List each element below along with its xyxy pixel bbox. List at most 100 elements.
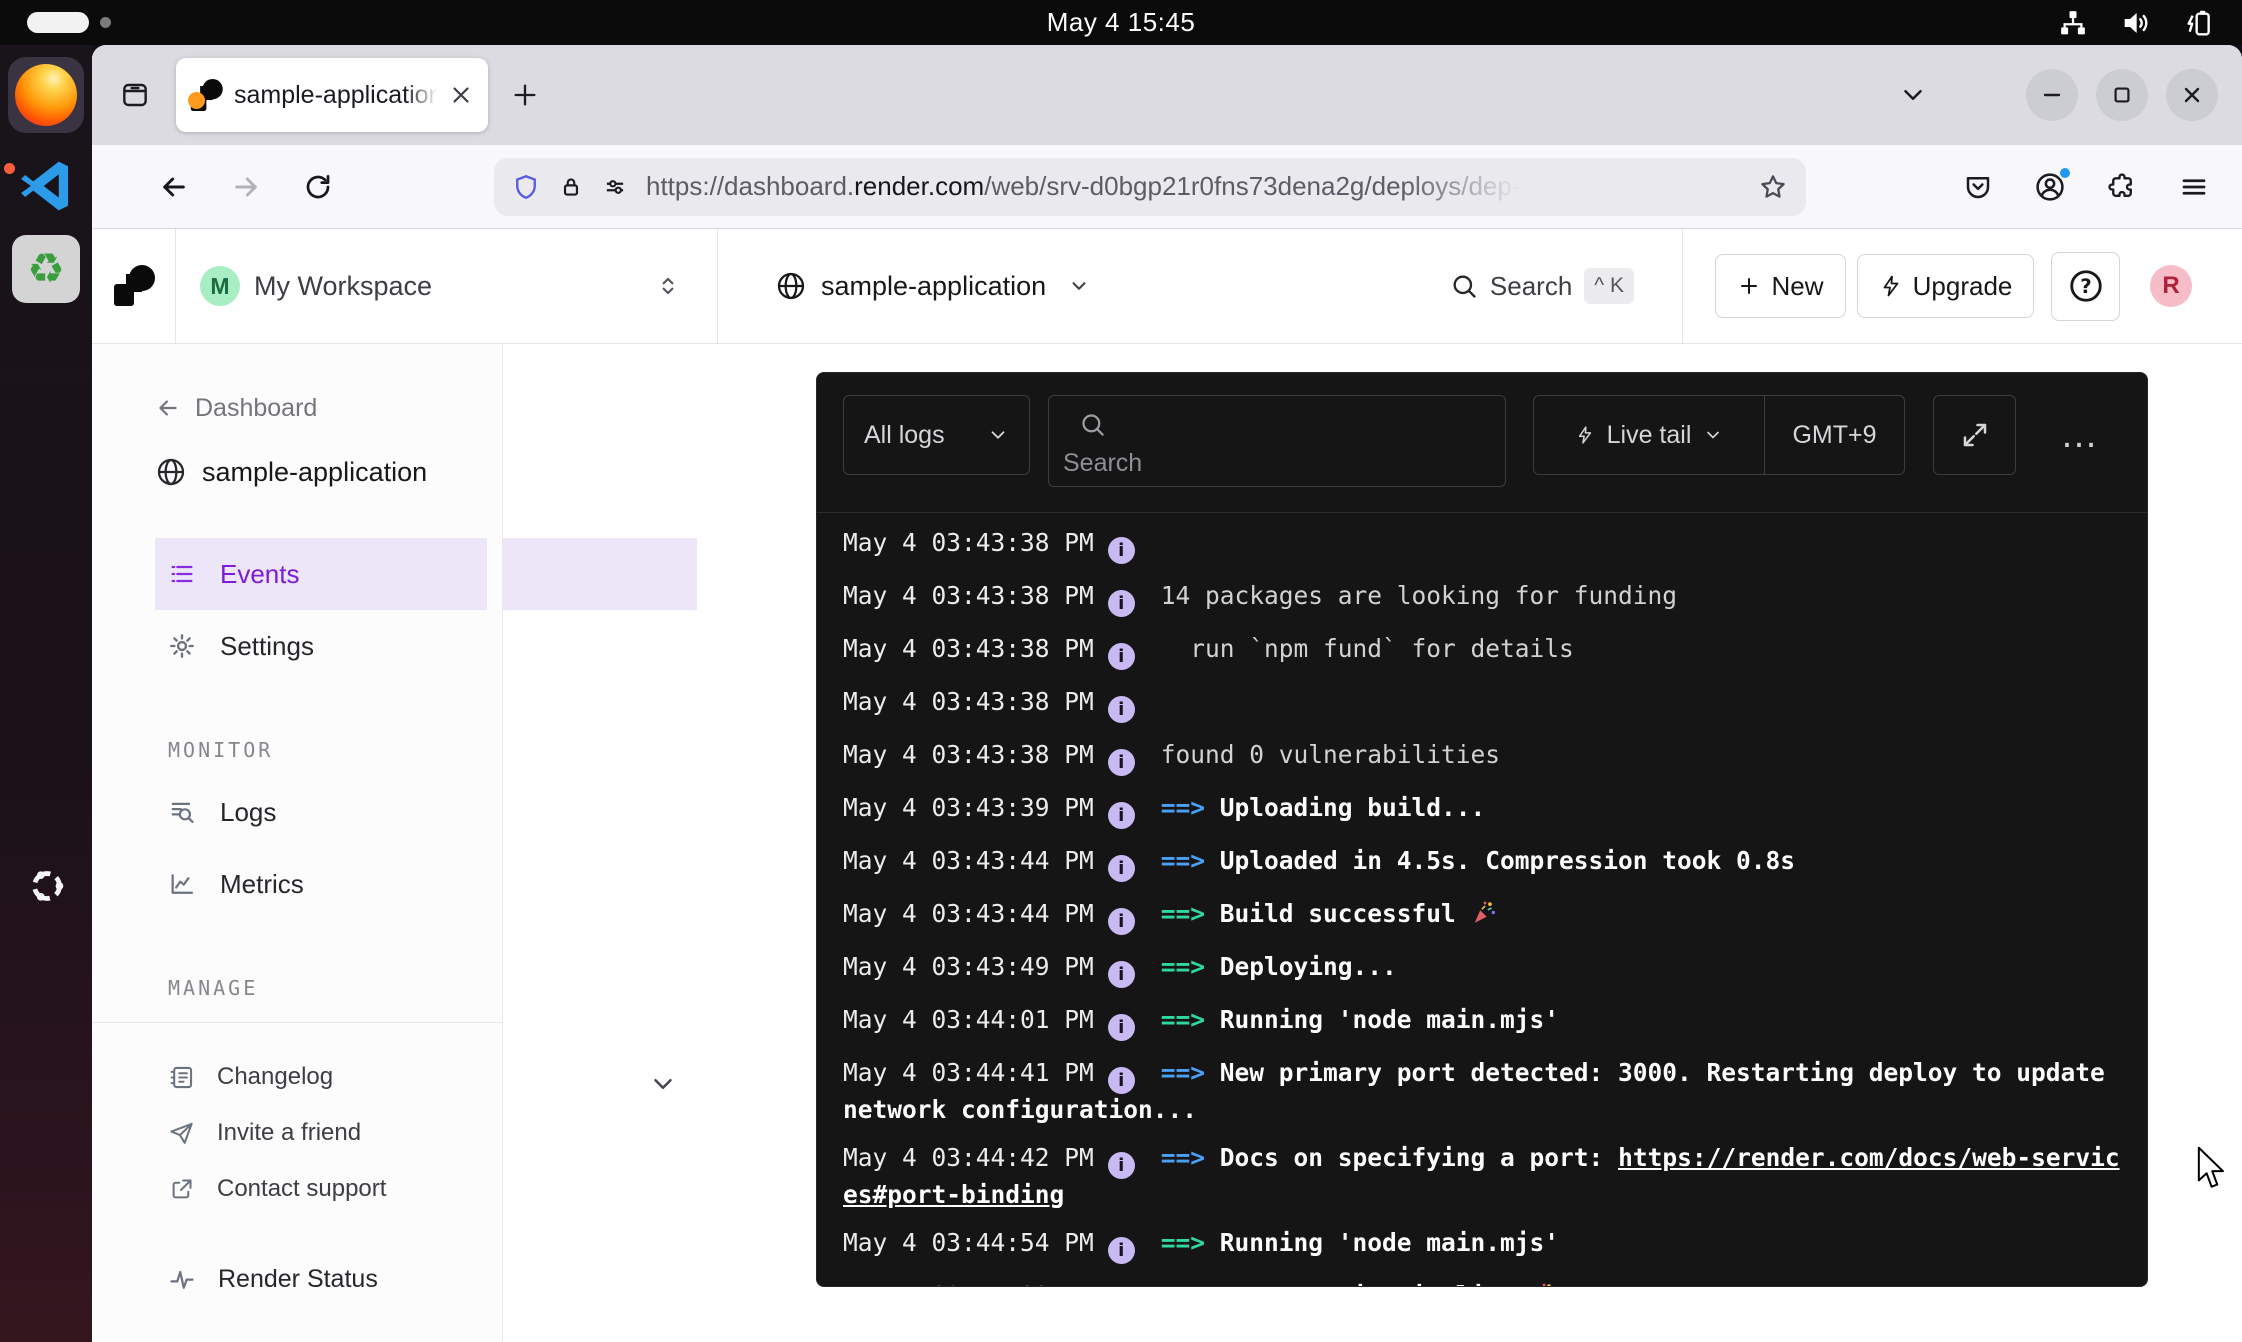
dock: ♻ xyxy=(0,45,92,1342)
toolbar-right-icons xyxy=(1950,160,2242,214)
log-timestamp: May 4 03:45:02 PM xyxy=(843,1281,1094,1286)
reload-icon[interactable] xyxy=(292,161,344,213)
list-icon xyxy=(168,560,196,588)
account-icon[interactable] xyxy=(2022,160,2078,214)
sidebar-item-settings[interactable]: Settings xyxy=(155,610,487,682)
lock-icon[interactable] xyxy=(558,174,584,200)
maximize-button[interactable] xyxy=(2096,69,2148,121)
battery-charging-icon xyxy=(2184,7,2216,39)
system-tray[interactable] xyxy=(2058,0,2216,45)
log-arrow: ==> xyxy=(1161,899,1205,928)
collapse-section-chevron-icon[interactable] xyxy=(648,1069,678,1104)
list-all-tabs-icon[interactable] xyxy=(1886,68,1940,122)
menu-hamburger-icon[interactable] xyxy=(2166,160,2222,214)
sidebar-service-name[interactable]: sample-application xyxy=(155,446,502,498)
firefox-view-icon[interactable] xyxy=(108,68,162,122)
more-options-button[interactable]: … xyxy=(2060,395,2101,475)
sidebar-item-render-status[interactable]: Render Status xyxy=(168,1251,502,1307)
log-timestamp: May 4 03:43:39 PM xyxy=(843,793,1094,822)
search-icon xyxy=(1450,272,1478,300)
log-entry: May 4 03:43:38 PMi xyxy=(843,686,2123,723)
search-label: Search xyxy=(1490,271,1572,302)
log-message: Uploaded in 4.5s. Compression took 0.8s xyxy=(1220,846,1795,875)
header-divider xyxy=(1682,229,1683,343)
sidebar-footer: Changelog Invite a friend xyxy=(92,1022,502,1342)
log-arrow: ==> xyxy=(1161,1005,1205,1034)
system-clock[interactable]: May 4 15:45 xyxy=(0,0,2242,45)
log-entry: May 4 03:43:38 PMi xyxy=(843,527,2123,564)
dock-firefox-icon[interactable] xyxy=(8,57,84,133)
log-message: run `npm fund` for details xyxy=(1161,634,1574,663)
log-timestamp: May 4 03:43:38 PM xyxy=(843,740,1094,769)
sidebar-item-contact-support[interactable]: Contact support xyxy=(168,1161,502,1217)
url-text[interactable]: https://dashboard.render.com/web/srv-d0b… xyxy=(646,171,1520,202)
log-timestamp: May 4 03:43:38 PM xyxy=(843,634,1094,663)
log-text: found 0 vulnerabilities xyxy=(1161,740,1500,769)
user-avatar[interactable]: R xyxy=(2150,265,2192,307)
sidebar-back-dashboard[interactable]: Dashboard xyxy=(155,384,502,432)
log-text: 14 packages are looking for funding xyxy=(1161,581,1677,610)
external-link-icon xyxy=(168,1176,195,1203)
info-icon: i xyxy=(1108,1152,1135,1179)
log-entry: May 4 03:43:38 PMi14 packages are lookin… xyxy=(843,580,2123,617)
render-logo[interactable] xyxy=(92,229,176,343)
sidebar-item-events[interactable]: Events xyxy=(155,538,487,610)
log-timestamp: May 4 03:44:41 PM xyxy=(843,1058,1094,1087)
new-button[interactable]: New xyxy=(1715,254,1846,318)
search-shortcut-badge: ^ K xyxy=(1584,268,1634,304)
timezone-button[interactable]: GMT+9 xyxy=(1765,421,1904,450)
log-timestamp: May 4 03:43:38 PM xyxy=(843,528,1094,557)
log-arrow: ==> xyxy=(1161,1058,1205,1087)
dock-ubuntu-launcher-icon[interactable] xyxy=(24,863,70,914)
sidebar-item-changelog[interactable]: Changelog xyxy=(168,1049,502,1105)
expand-logs-button[interactable] xyxy=(1933,395,2016,475)
permissions-icon[interactable] xyxy=(602,174,628,200)
browser-tab[interactable]: sample-application•We xyxy=(176,58,488,132)
log-message: Your service is live xyxy=(1220,1281,1556,1286)
log-search-input[interactable] xyxy=(1049,396,1505,486)
back-icon[interactable] xyxy=(148,161,200,213)
browser-window: sample-application•We xyxy=(92,45,2242,1342)
forward-icon[interactable] xyxy=(220,161,272,213)
workspace-avatar: M xyxy=(200,266,240,306)
log-entry: May 4 03:43:44 PMi==> Uploaded in 4.5s. … xyxy=(843,845,2123,882)
chevron-down-icon xyxy=(1068,275,1090,297)
globe-icon xyxy=(155,456,187,488)
help-button[interactable]: ? xyxy=(2051,252,2120,321)
tab-title: sample-application•We xyxy=(234,81,442,110)
log-filter-dropdown[interactable]: All logs xyxy=(843,395,1030,475)
dock-software-updater-icon[interactable]: ♻ xyxy=(12,235,80,303)
plus-icon xyxy=(1737,274,1761,298)
sidebar-item-metrics[interactable]: Metrics xyxy=(155,848,487,920)
service-selector[interactable]: sample-application xyxy=(718,270,1090,302)
log-text: Your service is live xyxy=(1220,1281,1556,1286)
workspace-stepper-icon[interactable] xyxy=(655,273,681,299)
workspace-selector[interactable]: M My Workspace xyxy=(176,229,718,343)
extensions-icon[interactable] xyxy=(2094,160,2150,214)
log-arrow: ==> xyxy=(1161,793,1205,822)
bookmark-star-icon[interactable] xyxy=(1758,172,1788,202)
log-text: Running 'node main.mjs' xyxy=(1220,1228,1559,1257)
party-popper-emoji xyxy=(1471,900,1497,926)
close-button[interactable] xyxy=(2166,69,2218,121)
upgrade-button[interactable]: Upgrade xyxy=(1857,254,2034,318)
new-tab-button[interactable] xyxy=(498,68,552,122)
minimize-button[interactable] xyxy=(2026,69,2078,121)
sidebar-item-invite-friend[interactable]: Invite a friend xyxy=(168,1105,502,1161)
global-search-button[interactable]: Search ^ K xyxy=(1450,268,1634,304)
pocket-save-icon[interactable] xyxy=(1950,160,2006,214)
tab-close-icon[interactable] xyxy=(448,82,474,108)
log-toolbar: All logs Live tail xyxy=(817,373,2147,513)
dock-vscode-icon[interactable] xyxy=(8,148,84,224)
url-bar[interactable]: https://dashboard.render.com/web/srv-d0b… xyxy=(494,158,1806,216)
desktop: May 4 15:45 ♻ xyxy=(0,0,2242,1342)
log-search-box[interactable] xyxy=(1048,395,1506,487)
tracking-protection-shield-icon[interactable] xyxy=(512,173,540,201)
logs-search-icon xyxy=(168,798,196,826)
svg-text:?: ? xyxy=(2080,275,2091,298)
bolt-icon xyxy=(1879,274,1903,298)
status-pulse-icon xyxy=(168,1265,196,1293)
sidebar-item-logs[interactable]: Logs xyxy=(155,776,487,848)
live-tail-dropdown[interactable]: Live tail xyxy=(1534,396,1765,474)
info-icon: i xyxy=(1108,696,1135,723)
